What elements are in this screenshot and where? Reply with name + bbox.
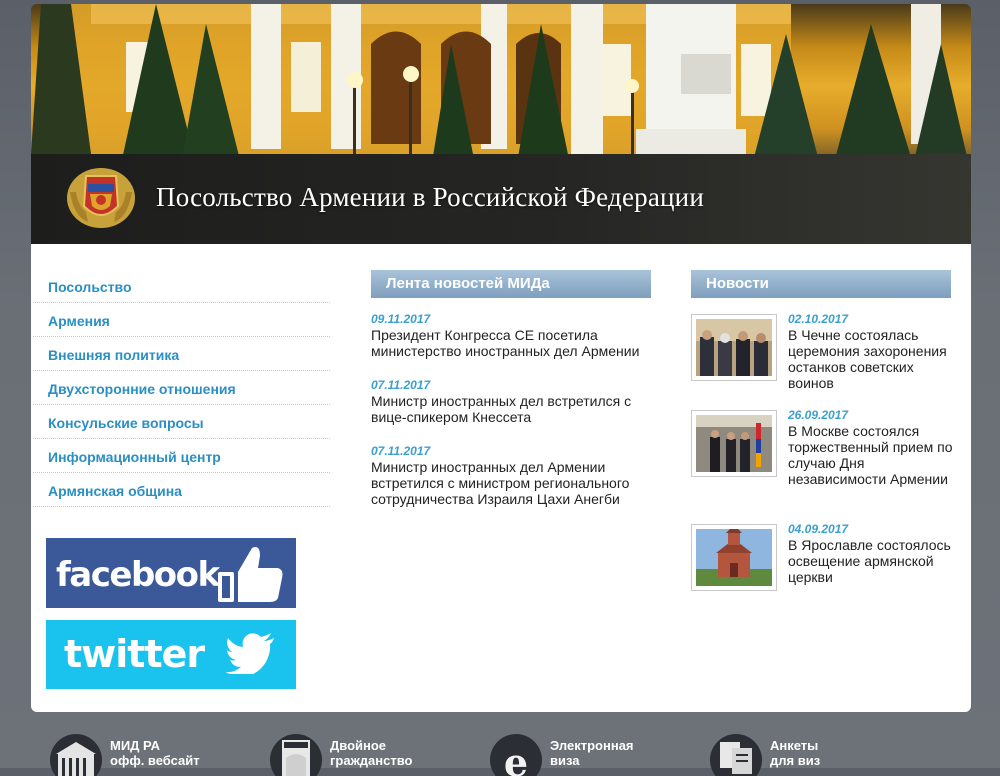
header-banner: Посольство Армении в Российской Федераци…	[31, 4, 971, 244]
news-date: 09.11.2017	[371, 312, 431, 326]
news-title[interactable]: Министр иностранных дел Армении встретил…	[371, 459, 653, 507]
news-photo-reception	[696, 415, 772, 472]
footer-link-label: Двойное гражданство	[330, 738, 413, 768]
mfa-news-item[interactable]: 07.11.2017 Министр иностранных дел Армен…	[371, 444, 653, 507]
news-title[interactable]: Министр иностранных дел встретился с виц…	[371, 393, 653, 425]
main-content: Посольство Армения Внешняя политика Двух…	[31, 244, 971, 712]
news-item[interactable]: 04.09.2017 В Ярославле состоялось освеще…	[788, 522, 958, 585]
forms-icon	[710, 734, 762, 776]
twitter-bird-icon	[226, 633, 274, 674]
thumbs-up-icon	[218, 547, 283, 602]
nav-item-foreign-policy[interactable]: Внешняя политика	[33, 337, 330, 371]
news-date: 07.11.2017	[371, 378, 431, 392]
news-header: Новости	[691, 270, 951, 298]
news-title[interactable]: Президент Конгресса СЕ посетила министер…	[371, 327, 653, 359]
news-thumbnail[interactable]	[691, 314, 777, 381]
site-title[interactable]: Посольство Армении в Российской Федераци…	[156, 182, 704, 213]
nav-item-embassy[interactable]: Посольство	[33, 269, 330, 303]
news-thumbnail[interactable]	[691, 410, 777, 477]
news-item[interactable]: 26.09.2017 В Москве состоялся торжествен…	[788, 408, 958, 487]
facebook-logo-text: facebook	[56, 555, 220, 595]
news-title[interactable]: В Ярославле состоялось освещение армянск…	[788, 537, 958, 585]
twitter-logo-text: twitter	[64, 632, 205, 676]
news-photo-church	[696, 529, 772, 586]
armenian-coat-of-arms-icon	[67, 168, 135, 228]
nav-item-community[interactable]: Армянская община	[33, 473, 330, 507]
building-icon	[50, 734, 102, 776]
main-navigation: Посольство Армения Внешняя политика Двух…	[33, 269, 330, 507]
news-thumbnail[interactable]	[691, 524, 777, 591]
e-visa-icon: e	[490, 734, 542, 776]
nav-item-bilateral-relations[interactable]: Двухсторонние отношения	[33, 371, 330, 405]
facebook-banner-link[interactable]: facebook	[46, 538, 296, 608]
footer-link-label: МИД РА офф. вебсайт	[110, 738, 200, 768]
footer-link-label: Электронная виза	[550, 738, 634, 768]
mfa-feed-header: Лента новостей МИДа	[371, 270, 651, 298]
nav-item-info-center[interactable]: Информационный центр	[33, 439, 330, 473]
news-date: 02.10.2017	[788, 312, 849, 326]
mfa-news-item[interactable]: 09.11.2017 Президент Конгресса СЕ посети…	[371, 312, 653, 359]
nav-item-consular[interactable]: Консульские вопросы	[33, 405, 330, 439]
news-date: 07.11.2017	[371, 444, 431, 458]
news-title[interactable]: В Чечне состоялась церемония захоронения…	[788, 327, 958, 391]
twitter-banner-link[interactable]: twitter	[46, 620, 296, 689]
news-photo-chechnya	[696, 319, 772, 376]
news-date: 04.09.2017	[788, 522, 849, 536]
news-title[interactable]: В Москве состоялся торжественный прием п…	[788, 423, 958, 487]
news-date: 26.09.2017	[788, 408, 849, 422]
nav-item-armenia[interactable]: Армения	[33, 303, 330, 337]
footer-link-label: Анкеты для виз	[770, 738, 821, 768]
mfa-news-item[interactable]: 07.11.2017 Министр иностранных дел встре…	[371, 378, 653, 425]
svg-text:e: e	[504, 740, 528, 776]
passport-icon	[270, 734, 322, 776]
news-item[interactable]: 02.10.2017 В Чечне состоялась церемония …	[788, 312, 958, 391]
